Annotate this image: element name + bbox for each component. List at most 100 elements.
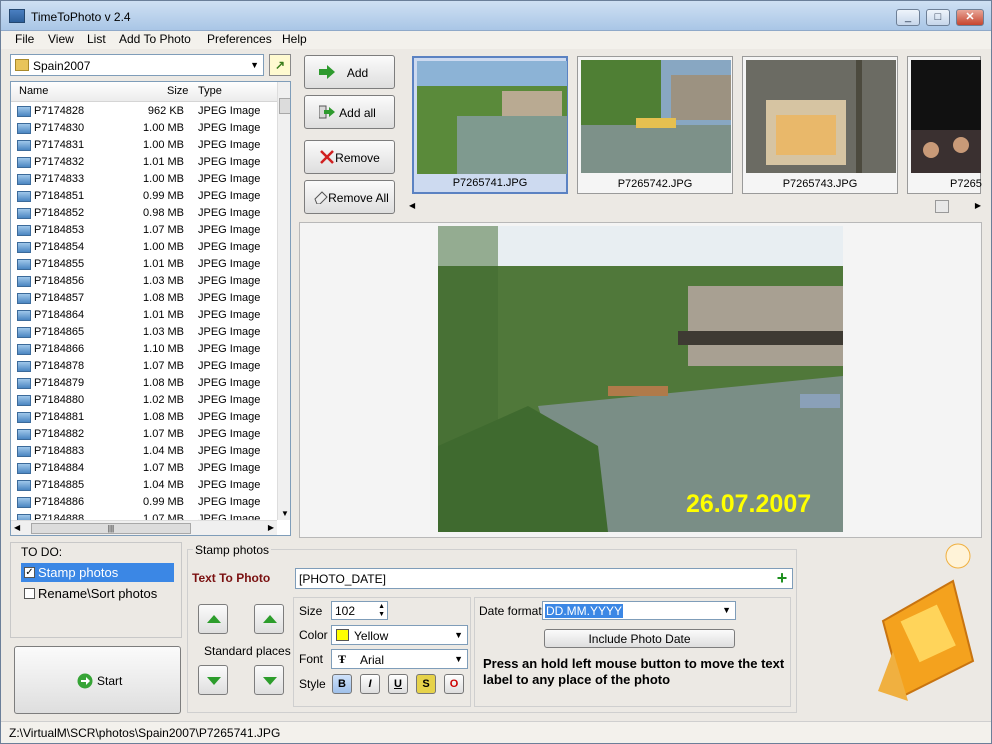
- scroll-right-icon[interactable]: ▶: [268, 523, 274, 532]
- menu-help[interactable]: Help: [282, 32, 307, 46]
- close-button[interactable]: ✕: [956, 9, 984, 26]
- date-stamp-label[interactable]: 26.07.2007: [686, 490, 811, 519]
- spin-arrows-icon[interactable]: ▲ ▼: [378, 603, 385, 619]
- column-name[interactable]: Name: [19, 85, 48, 97]
- thumbnail-item[interactable]: P7265743.JPG: [742, 56, 898, 194]
- file-type: JPEG Image: [198, 122, 261, 134]
- file-name: P7184851: [34, 190, 85, 202]
- file-type: JPEG Image: [198, 139, 261, 151]
- file-row[interactable]: P7184881 1.08 MB JPEG Image: [11, 409, 277, 426]
- file-name: P7184854: [34, 241, 85, 253]
- size-label: Size: [299, 604, 323, 618]
- file-list[interactable]: Name Size Type P7174828 962 KB JPEG Image P…: [10, 81, 291, 536]
- file-list-vscrollbar[interactable]: ▼: [277, 82, 290, 520]
- file-row[interactable]: P7174831 1.00 MB JPEG Image: [11, 137, 277, 154]
- include-photo-date-button[interactable]: Include Photo Date: [544, 629, 735, 648]
- place-bottom-left-button[interactable]: [198, 665, 228, 695]
- add-button[interactable]: Add: [304, 55, 395, 89]
- photo-preview[interactable]: [438, 226, 843, 532]
- start-button[interactable]: Start: [14, 646, 181, 714]
- outline-toggle[interactable]: O: [444, 674, 464, 694]
- jpeg-file-icon: [17, 242, 31, 253]
- remove-button[interactable]: Remove: [304, 140, 395, 174]
- add-all-button[interactable]: Add all: [304, 95, 395, 129]
- file-size: 962 KB: [147, 105, 184, 117]
- file-row[interactable]: P7184878 1.07 MB JPEG Image: [11, 358, 277, 375]
- file-row[interactable]: P7184855 1.01 MB JPEG Image: [11, 256, 277, 273]
- file-row[interactable]: P7184854 1.00 MB JPEG Image: [11, 239, 277, 256]
- file-row[interactable]: P7184883 1.04 MB JPEG Image: [11, 443, 277, 460]
- thumbnail-caption: P7265742.JPG: [617, 178, 693, 190]
- rename-sort-checkbox[interactable]: [24, 588, 35, 599]
- thumbnail-caption: P7265741.JPG: [452, 177, 528, 189]
- minimize-button[interactable]: _: [896, 9, 920, 26]
- file-row[interactable]: P7184857 1.08 MB JPEG Image: [11, 290, 277, 307]
- file-row[interactable]: P7184866 1.10 MB JPEG Image: [11, 341, 277, 358]
- date-format-dropdown[interactable]: DD.MM.YYYY ▼: [542, 601, 736, 620]
- color-dropdown[interactable]: Yellow ▼: [331, 625, 468, 645]
- place-bottom-right-button[interactable]: [254, 665, 284, 695]
- thumbnail-item[interactable]: P7265742.JPG: [577, 56, 733, 194]
- todo-item-rename-sort[interactable]: Rename\Sort photos: [21, 584, 181, 603]
- hscroll-thumb[interactable]: [935, 200, 949, 213]
- menu-list[interactable]: List: [87, 32, 106, 46]
- thumbnail-scrollbar[interactable]: ◀ ▶: [409, 200, 981, 215]
- browse-folder-button[interactable]: ↗: [269, 54, 291, 76]
- italic-toggle[interactable]: I: [360, 674, 380, 694]
- file-type: JPEG Image: [198, 462, 261, 474]
- font-dropdown[interactable]: Ŧ Arial ▼: [331, 649, 468, 669]
- column-type[interactable]: Type: [198, 85, 222, 97]
- menu-file[interactable]: File: [15, 32, 34, 46]
- file-row[interactable]: P7184880 1.02 MB JPEG Image: [11, 392, 277, 409]
- column-size[interactable]: Size: [167, 85, 188, 97]
- menu-add-to-photo[interactable]: Add To Photo: [119, 32, 191, 46]
- shadow-toggle[interactable]: S: [416, 674, 436, 694]
- scroll-thumb[interactable]: [279, 98, 290, 114]
- scroll-left-icon[interactable]: ◀: [14, 523, 20, 532]
- todo-item-stamp-photos[interactable]: ✓ Stamp photos: [21, 563, 174, 582]
- file-row[interactable]: P7184852 0.98 MB JPEG Image: [11, 205, 277, 222]
- menu-view[interactable]: View: [48, 32, 74, 46]
- thumbnail-item[interactable]: P7265741.JPG: [412, 56, 568, 194]
- file-size: 1.04 MB: [143, 479, 184, 491]
- file-size: 1.10 MB: [143, 343, 184, 355]
- file-size: 0.98 MB: [143, 207, 184, 219]
- bold-toggle[interactable]: B: [332, 674, 352, 694]
- place-top-right-button[interactable]: [254, 604, 284, 634]
- scroll-right-icon[interactable]: ▶: [975, 201, 981, 210]
- file-row[interactable]: P7184864 1.01 MB JPEG Image: [11, 307, 277, 324]
- maximize-button[interactable]: □: [926, 9, 950, 26]
- scroll-down-icon[interactable]: ▼: [281, 509, 289, 518]
- file-name: P7174828: [34, 105, 85, 117]
- scroll-left-icon[interactable]: ◀: [409, 201, 415, 210]
- file-row[interactable]: P7184856 1.03 MB JPEG Image: [11, 273, 277, 290]
- jpeg-file-icon: [17, 310, 31, 321]
- file-row[interactable]: P7174833 1.00 MB JPEG Image: [11, 171, 277, 188]
- app-window: TimeToPhoto v 2.4 _ □ ✕ File View List A…: [0, 0, 992, 744]
- stamp-photos-checkbox[interactable]: ✓: [24, 567, 35, 578]
- file-row[interactable]: P7184879 1.08 MB JPEG Image: [11, 375, 277, 392]
- add-tag-icon[interactable]: +: [774, 569, 790, 587]
- file-row[interactable]: P7184885 1.04 MB JPEG Image: [11, 477, 277, 494]
- file-row[interactable]: P7174828 962 KB JPEG Image: [11, 103, 277, 120]
- file-row[interactable]: P7184884 1.07 MB JPEG Image: [11, 460, 277, 477]
- chevron-down-icon: ▼: [454, 654, 463, 664]
- underline-toggle[interactable]: U: [388, 674, 408, 694]
- file-row[interactable]: P7174830 1.00 MB JPEG Image: [11, 120, 277, 137]
- file-row[interactable]: P7184853 1.07 MB JPEG Image: [11, 222, 277, 239]
- remove-all-button[interactable]: Remove All: [304, 180, 395, 214]
- thumbnail-item[interactable]: P7265: [907, 56, 982, 194]
- file-size: 1.01 MB: [143, 156, 184, 168]
- file-row[interactable]: P7184882 1.07 MB JPEG Image: [11, 426, 277, 443]
- folder-dropdown[interactable]: Spain2007 ▼: [10, 54, 264, 76]
- hscroll-thumb[interactable]: |||: [31, 523, 191, 534]
- size-spinner[interactable]: 102 ▲ ▼: [331, 601, 388, 620]
- file-row[interactable]: P7174832 1.01 MB JPEG Image: [11, 154, 277, 171]
- text-to-photo-input[interactable]: [PHOTO_DATE]: [295, 568, 793, 589]
- place-top-left-button[interactable]: [198, 604, 228, 634]
- file-row[interactable]: P7184851 0.99 MB JPEG Image: [11, 188, 277, 205]
- menu-preferences[interactable]: Preferences: [207, 32, 272, 46]
- file-list-hscrollbar[interactable]: ◀ ||| ▶: [11, 520, 277, 535]
- file-row[interactable]: P7184865 1.03 MB JPEG Image: [11, 324, 277, 341]
- file-row[interactable]: P7184886 0.99 MB JPEG Image: [11, 494, 277, 511]
